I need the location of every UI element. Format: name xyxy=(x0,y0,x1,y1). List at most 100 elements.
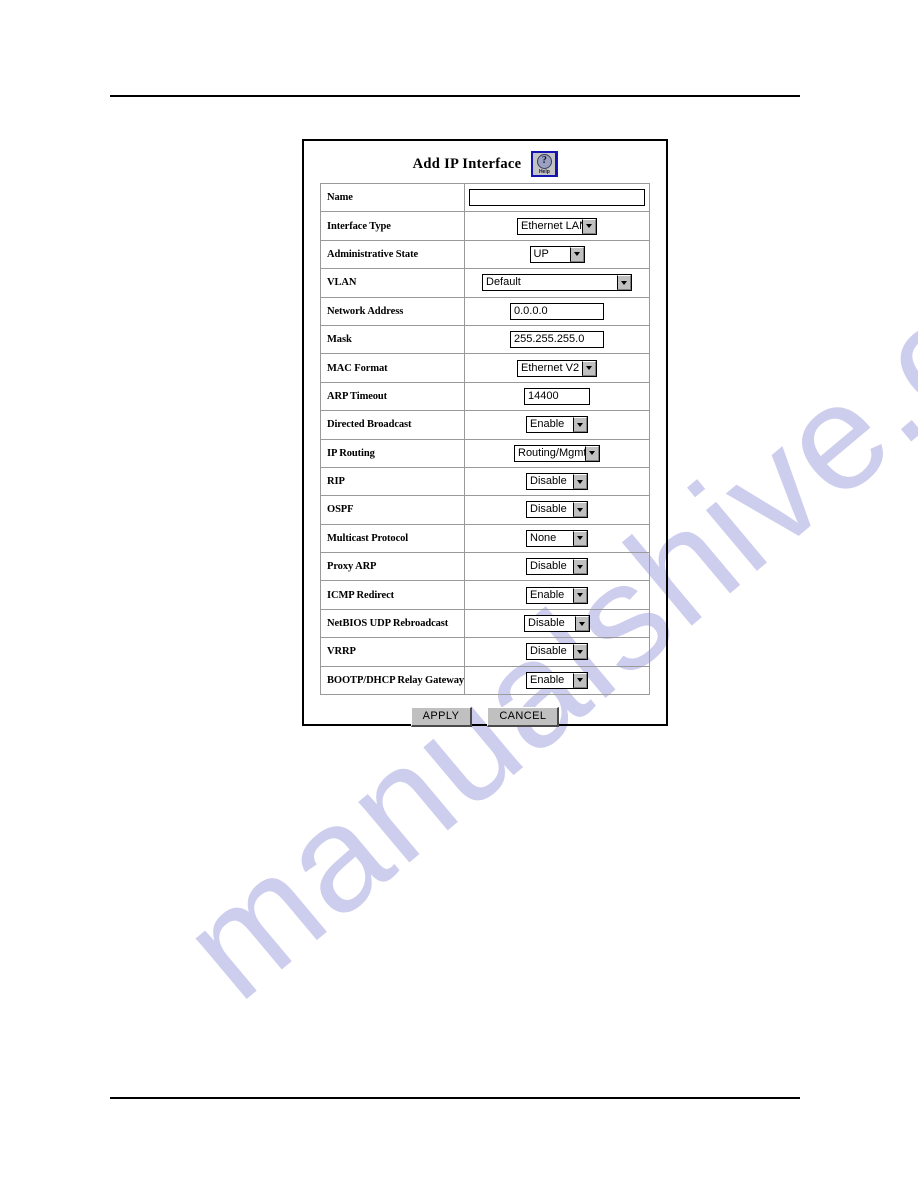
dropdown-select[interactable]: None xyxy=(526,529,588,547)
form-row: NetBIOS UDP Rebroadcast Disable xyxy=(320,608,650,639)
form-row: Directed Broadcast Enable xyxy=(320,410,650,440)
dropdown-value: Routing/Mgmt xyxy=(518,446,585,459)
chevron-down-icon[interactable] xyxy=(573,474,587,490)
field-value-wrap: Enable xyxy=(469,667,645,694)
chevron-down-icon[interactable] xyxy=(573,417,587,433)
field-value-wrap: Enable xyxy=(469,581,645,608)
field-label: VLAN xyxy=(320,268,465,298)
field-label: Multicast Protocol xyxy=(320,523,465,554)
form-row: OSPF Disable xyxy=(320,495,650,525)
dropdown-value: Default xyxy=(486,276,521,289)
field-label: Proxy ARP xyxy=(320,552,465,582)
text-input[interactable]: 0.0.0.0 xyxy=(510,302,604,320)
field-value-cell: Ethernet LAN xyxy=(464,211,650,241)
form-row: RIP Disable xyxy=(320,466,650,497)
add-ip-interface-dialog: Add IP Interface ? Help Name Interface Ty… xyxy=(302,139,668,728)
dropdown-value: Enable xyxy=(530,588,565,601)
dropdown-select[interactable]: Disable xyxy=(526,473,588,491)
form-row: Administrative State UP xyxy=(320,239,650,270)
chevron-down-icon[interactable] xyxy=(582,218,596,234)
dropdown-select[interactable]: Enable xyxy=(526,671,588,689)
help-button[interactable]: ? Help xyxy=(531,151,558,177)
dropdown-value: Ethernet V2 xyxy=(521,361,580,374)
text-input[interactable]: 14400 xyxy=(524,387,590,405)
dropdown-value: Disable xyxy=(530,475,567,488)
dropdown-select[interactable]: Disable xyxy=(524,615,590,633)
field-value-wrap: Disable xyxy=(469,610,645,637)
chevron-down-icon[interactable] xyxy=(617,275,631,291)
dropdown-select[interactable]: Disable xyxy=(526,501,588,519)
text-input[interactable] xyxy=(469,189,645,207)
field-label: OSPF xyxy=(320,495,465,525)
dropdown-select[interactable]: Ethernet LAN xyxy=(517,217,597,235)
help-button-label: Help xyxy=(538,169,550,175)
field-value-wrap: Disable xyxy=(469,468,645,495)
dropdown-value: Enable xyxy=(530,418,565,431)
dropdown-value: Enable xyxy=(530,673,565,686)
field-value-wrap xyxy=(469,184,645,211)
field-value-cell: Disable xyxy=(464,466,650,497)
chevron-down-icon[interactable] xyxy=(582,360,596,376)
form-row: MAC Format Ethernet V2 xyxy=(320,353,650,383)
form-row: Proxy ARP Disable xyxy=(320,552,650,582)
field-value-cell: 255.255.255.0 xyxy=(464,324,650,355)
chevron-down-icon[interactable] xyxy=(573,559,587,575)
field-label: Mask xyxy=(320,324,465,355)
dropdown-value: Disable xyxy=(530,503,567,516)
chevron-down-icon[interactable] xyxy=(573,672,587,688)
chevron-down-icon[interactable] xyxy=(575,616,589,632)
chevron-down-icon[interactable] xyxy=(569,246,584,262)
field-value-cell: 14400 xyxy=(464,381,650,412)
dropdown-select[interactable]: Enable xyxy=(526,586,588,604)
field-value-wrap: UP xyxy=(469,241,645,268)
dropdown-select[interactable]: Disable xyxy=(526,643,588,661)
field-label: IP Routing xyxy=(320,438,465,468)
dropdown-select[interactable]: UP xyxy=(529,245,585,263)
chevron-down-icon[interactable] xyxy=(573,644,587,660)
field-label: MAC Format xyxy=(320,353,465,383)
field-label: Directed Broadcast xyxy=(320,410,465,440)
field-value-cell: 0.0.0.0 xyxy=(464,296,650,326)
field-value-wrap: 14400 xyxy=(469,383,645,410)
chevron-down-icon[interactable] xyxy=(585,445,599,461)
field-value-wrap: Disable xyxy=(469,638,645,665)
dialog-button-bar: APPLY CANCEL xyxy=(304,707,666,728)
apply-button[interactable]: APPLY xyxy=(410,707,473,728)
footer-rule xyxy=(110,1097,800,1099)
dropdown-select[interactable]: Default xyxy=(482,274,632,292)
chevron-down-icon[interactable] xyxy=(573,530,587,546)
form-row: Name xyxy=(320,182,650,213)
chevron-down-icon[interactable] xyxy=(573,502,587,518)
field-value-wrap: Disable xyxy=(469,553,645,580)
field-value-wrap: Ethernet V2 xyxy=(469,354,645,381)
field-label: RIP xyxy=(320,466,465,497)
cancel-button[interactable]: CANCEL xyxy=(487,707,560,728)
field-label: ICMP Redirect xyxy=(320,580,465,610)
form-row: VLAN Default xyxy=(320,268,650,298)
field-value-cell: UP xyxy=(464,239,650,270)
field-value-cell xyxy=(464,182,650,213)
field-value-wrap: None xyxy=(469,525,645,552)
dropdown-select[interactable]: Enable xyxy=(526,416,588,434)
field-label: Network Address xyxy=(320,296,465,326)
field-label: Administrative State xyxy=(320,239,465,270)
dropdown-select[interactable]: Ethernet V2 xyxy=(517,359,597,377)
form-row: Network Address 0.0.0.0 xyxy=(320,296,650,326)
field-value-cell: Disable xyxy=(464,495,650,525)
page-title: Add IP Interface xyxy=(412,155,522,172)
text-input[interactable]: 255.255.255.0 xyxy=(510,331,604,349)
field-value-cell: None xyxy=(464,523,650,554)
chevron-down-icon[interactable] xyxy=(573,587,587,603)
dropdown-select[interactable]: Routing/Mgmt xyxy=(514,444,600,462)
dropdown-select[interactable]: Disable xyxy=(526,558,588,576)
field-value-cell: Disable xyxy=(464,608,650,639)
dropdown-value: None xyxy=(530,531,557,544)
form-row: Multicast Protocol None xyxy=(320,523,650,554)
field-value-cell: Routing/Mgmt xyxy=(464,438,650,468)
field-value-wrap: 0.0.0.0 xyxy=(469,298,645,325)
field-value-cell: Default xyxy=(464,268,650,298)
dropdown-value: UP xyxy=(533,247,549,260)
ip-interface-form-table: Name Interface Type Ethernet LAN Administra… xyxy=(320,182,650,696)
field-value-cell: Disable xyxy=(464,552,650,582)
field-value-wrap: Enable xyxy=(469,411,645,438)
